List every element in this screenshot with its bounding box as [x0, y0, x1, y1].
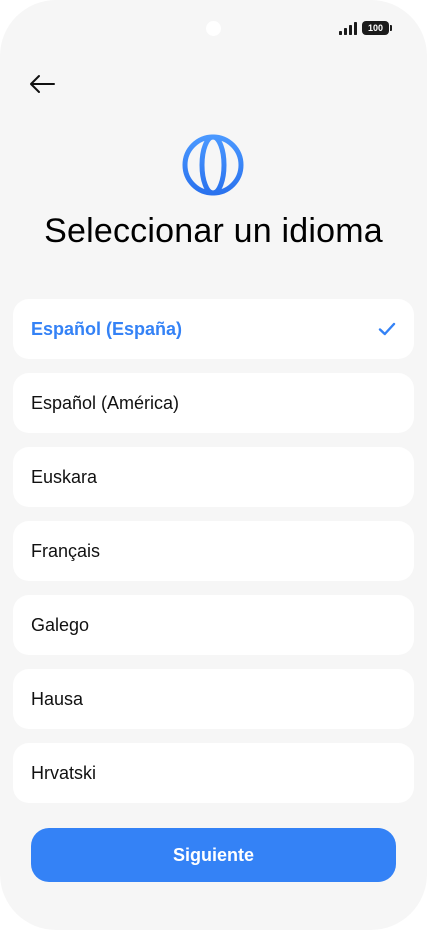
battery-icon: 100	[362, 21, 392, 35]
language-list: Español (España) Español (América) Euska…	[13, 299, 414, 817]
arrow-left-icon	[30, 75, 55, 93]
language-option-galego[interactable]: Galego	[13, 595, 414, 655]
language-option-espanol-america[interactable]: Español (América)	[13, 373, 414, 433]
signal-icon	[339, 21, 357, 35]
checkmark-icon	[378, 322, 396, 336]
status-bar: 100	[339, 21, 392, 35]
language-option-espanol-espana[interactable]: Español (España)	[13, 299, 414, 359]
camera-cutout	[206, 21, 221, 36]
language-label: Euskara	[31, 466, 98, 487]
language-option-euskara[interactable]: Euskara	[13, 447, 414, 507]
phone-screen: 100 Seleccionar un idioma Español (Españ…	[0, 0, 427, 930]
back-button[interactable]	[24, 68, 60, 100]
language-label: Hausa	[31, 688, 84, 709]
language-label: Español (España)	[31, 318, 183, 339]
page-title: Seleccionar un idioma	[44, 212, 383, 250]
globe-icon	[182, 134, 244, 196]
language-label: Español (América)	[31, 392, 180, 413]
language-option-hausa[interactable]: Hausa	[13, 669, 414, 729]
language-label: Galego	[31, 614, 90, 635]
next-button[interactable]: Siguiente	[31, 828, 396, 882]
language-option-francais[interactable]: Français	[13, 521, 414, 581]
language-option-hrvatski[interactable]: Hrvatski	[13, 743, 414, 803]
language-label: Hrvatski	[31, 762, 97, 783]
battery-level: 100	[367, 23, 384, 33]
language-label: Français	[31, 540, 101, 561]
